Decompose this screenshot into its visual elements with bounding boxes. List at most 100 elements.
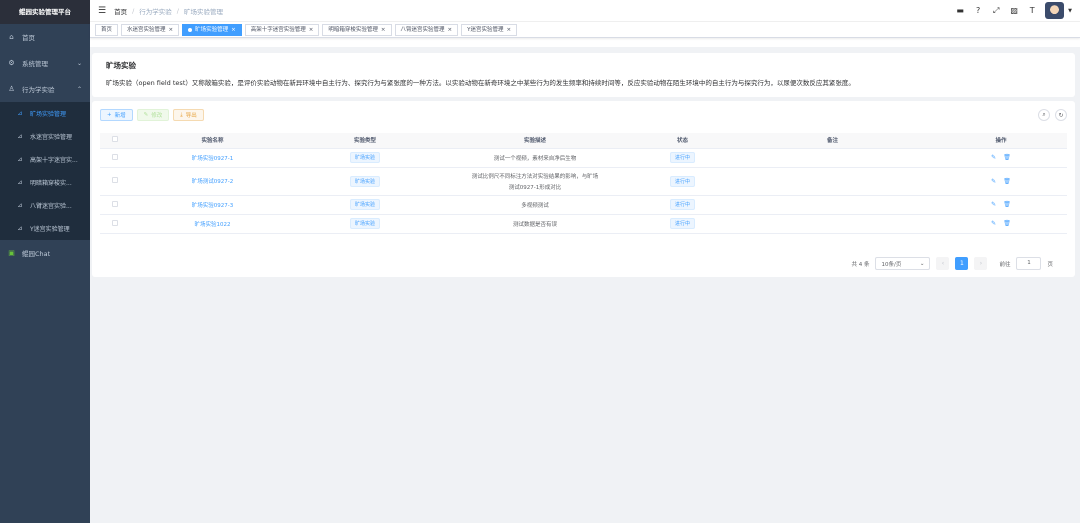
type-tag: 旷场实验 (349, 175, 380, 187)
export-button[interactable]: ⤓ 导出 (173, 109, 204, 121)
page-number[interactable]: 1 (955, 257, 969, 270)
sidebar-item-label: 明暗箱穿梭实... (30, 180, 72, 187)
refresh-button[interactable]: ↻ (1055, 109, 1067, 121)
delete-icon[interactable]: 🗑 (1003, 154, 1011, 161)
help-icon[interactable]: ? (973, 6, 983, 15)
search-toggle-button[interactable]: ⌕ (1038, 109, 1050, 121)
close-icon[interactable]: × (448, 25, 453, 35)
breadcrumb-separator: / (132, 6, 135, 15)
row-checkbox[interactable] (112, 153, 118, 160)
menu-icon: ⊿ (17, 179, 23, 186)
sidebar-item-home[interactable]: ⌂ 首页 (0, 24, 90, 50)
column-header: 实验类型 (295, 133, 435, 149)
message-icon[interactable]: ▬ (955, 6, 965, 15)
sidebar-item-system[interactable]: ⚙ 系统管理 ⌄ (0, 50, 90, 76)
table-row: 旷场实验0927-1 旷场实验 测试一个视频，素材来自净后生物 进行中 ✎ 🗑 (100, 148, 1067, 168)
search-icon: ⌕ (1042, 111, 1046, 118)
column-header: 操作 (935, 133, 1067, 149)
tab-light-dark[interactable]: 明暗箱穿梭实验管理 × (322, 23, 392, 36)
close-icon[interactable]: × (309, 25, 314, 35)
page-size-select[interactable]: 10条/页 ⌄ (875, 257, 931, 270)
table-row: 旷场实验0927-3 旷场实验 多视频测试 进行中 ✎ 🗑 (100, 195, 1067, 215)
pagination: 共 4 条 10条/页 ⌄ ‹ 1 › 前往 1 页 (851, 257, 1053, 270)
experiment-name-link[interactable]: 旷场实验1022 (195, 222, 231, 228)
edit-icon[interactable]: ✎ (991, 201, 996, 208)
remark-cell (730, 167, 935, 196)
image-icon[interactable]: ▨ (1009, 6, 1019, 15)
sidebar-item-open-field[interactable]: ⊿ 旷场实验管理 (0, 102, 90, 125)
hamburger-icon[interactable]: ☰ (98, 6, 106, 16)
behavior-submenu: ⊿ 旷场实验管理 ⊿ 水迷宫实验管理 ⊿ 高架十字迷宫实... ⊿ 明暗箱穿梭实… (0, 102, 90, 240)
status-badge: 进行中 (669, 199, 695, 210)
remark-cell (730, 148, 935, 168)
delete-icon[interactable]: 🗑 (1003, 220, 1011, 227)
status-badge: 进行中 (669, 218, 695, 229)
tab-open-field[interactable]: 旷场实验管理 × (182, 23, 242, 36)
edit-icon[interactable]: ✎ (991, 154, 996, 161)
row-checkbox[interactable] (112, 200, 118, 207)
tags-view: 首页 水迷宫实验管理 × 旷场实验管理 × 高架十字迷宫实验管理 × 明暗箱穿梭实验管… (90, 22, 1080, 38)
sidebar-item-label: 旷场实验管理 (30, 111, 67, 118)
chat-icon: ▣ (8, 249, 15, 257)
sidebar-item-label: Y迷宫实验管理 (30, 226, 70, 233)
edit-icon[interactable]: ✎ (991, 178, 996, 185)
row-checkbox[interactable] (112, 219, 118, 226)
active-dot (188, 27, 193, 32)
close-icon[interactable]: × (507, 25, 512, 35)
close-icon[interactable]: × (381, 25, 386, 35)
sidebar-item-plus-maze[interactable]: ⊿ 高架十字迷宫实... (0, 148, 90, 171)
experiment-name-link[interactable]: 旷场实验0927-3 (192, 203, 233, 209)
breadcrumb-behavior: 行为学实验 (139, 7, 172, 16)
description-text: 测试0927-1形成对比 (508, 184, 562, 191)
delete-icon[interactable]: 🗑 (1003, 178, 1011, 185)
delete-icon[interactable]: 🗑 (1003, 201, 1011, 208)
fullscreen-icon[interactable]: ⤢ (991, 6, 1001, 16)
next-page-button[interactable]: › (974, 257, 988, 270)
description-text: 测试数据是否有误 (512, 221, 557, 228)
edit-button[interactable]: ✎ 修改 (136, 109, 170, 121)
font-size-icon[interactable]: T (1027, 6, 1037, 15)
remark-cell (730, 214, 935, 234)
tab-plus-maze[interactable]: 高架十字迷宫实验管理 × (244, 23, 320, 36)
app-logo: 鲲园实验管理平台 (0, 0, 90, 24)
sidebar-item-behavior[interactable]: ♙ 行为学实验 ⌃ (0, 76, 90, 102)
experiment-name-link[interactable]: 旷场实验0927-1 (192, 156, 233, 162)
page-jump-input[interactable]: 1 (1016, 257, 1042, 270)
breadcrumb: 首页 / 行为学实验 / 旷场实验管理 (114, 6, 223, 16)
select-all-checkbox[interactable] (112, 136, 118, 143)
experiment-table: 实验名称 实验类型 实验描述 状态 备注 操作 旷场实验0927-1 旷场实验 … (100, 133, 1067, 234)
breadcrumb-separator: / (176, 6, 179, 15)
navbar: ☰ 首页 / 行为学实验 / 旷场实验管理 ▬ ? ⤢ ▨ T ▼ (90, 0, 1080, 22)
home-icon: ⌂ (9, 33, 14, 41)
tab-water-maze[interactable]: 水迷宫实验管理 × (121, 23, 180, 36)
toolbar: + 新增 ✎ 修改 ⤓ 导出 ⌕ ↻ (100, 108, 1067, 122)
tab-radial-maze[interactable]: 八臂迷宫实验管理 × (394, 23, 459, 36)
intro-card: 旷场实验 旷场实验（open field test）又称敞箱实验，是评价实验动物… (92, 53, 1075, 97)
add-button[interactable]: + 新增 (100, 109, 133, 121)
tab-y-maze[interactable]: Y迷宫实验管理 × (461, 23, 518, 36)
refresh-icon: ↻ (1058, 111, 1064, 119)
chevron-left-icon: ‹ (941, 260, 945, 267)
sidebar-item-y-maze[interactable]: ⊿ Y迷宫实验管理 (0, 217, 90, 240)
remark-cell (730, 195, 935, 215)
edit-icon[interactable]: ✎ (991, 220, 996, 227)
chevron-down-icon: ⌄ (919, 260, 925, 267)
status-badge: 进行中 (669, 175, 695, 187)
prev-page-button[interactable]: ‹ (936, 257, 950, 270)
caret-down-icon[interactable]: ▼ (1068, 8, 1072, 14)
sidebar-item-water-maze[interactable]: ⊿ 水迷宫实验管理 (0, 125, 90, 148)
total-count: 共 4 条 (851, 261, 870, 268)
column-header: 状态 (635, 133, 730, 149)
close-icon[interactable]: × (169, 25, 174, 35)
close-icon[interactable]: × (231, 25, 236, 35)
sidebar-item-light-dark[interactable]: ⊿ 明暗箱穿梭实... (0, 171, 90, 194)
breadcrumb-home[interactable]: 首页 (114, 6, 127, 16)
row-checkbox[interactable] (112, 177, 118, 183)
avatar[interactable] (1045, 2, 1065, 19)
sidebar-item-radial-maze[interactable]: ⊿ 八臂迷宫实验... (0, 194, 90, 217)
sidebar-item-chat[interactable]: ▣ 鲲园Chat (0, 240, 90, 266)
table-header-row: 实验名称 实验类型 实验描述 状态 备注 操作 (100, 133, 1067, 149)
tab-home[interactable]: 首页 (95, 23, 119, 36)
experiment-name-link[interactable]: 旷场测试0927-2 (192, 179, 233, 185)
intro-description: 旷场实验（open field test）又称敞箱实验，是评价实验动物在新异环境… (106, 79, 855, 87)
